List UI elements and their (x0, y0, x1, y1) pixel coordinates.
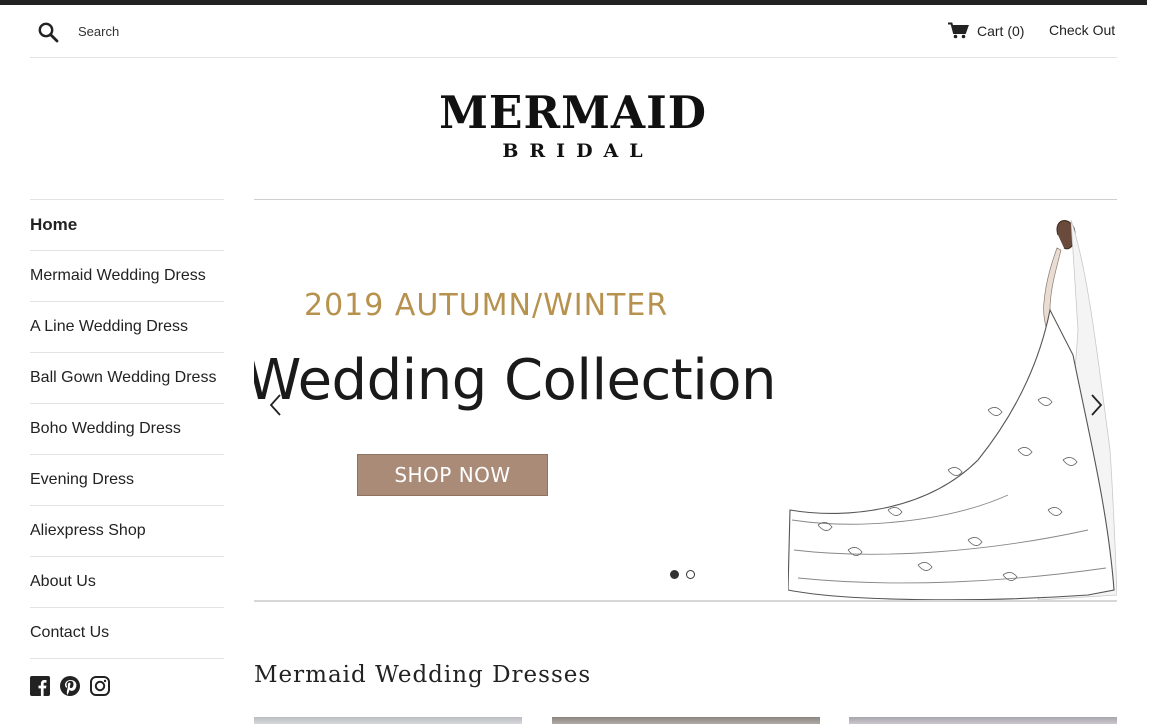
header-divider (30, 57, 1117, 58)
facebook-icon[interactable] (30, 676, 50, 696)
slider-bottom-divider (254, 600, 1117, 602)
search-icon[interactable] (37, 21, 61, 45)
top-accent-bar (0, 0, 1147, 5)
slide-headline: Wedding Collection (254, 348, 777, 413)
logo-main-text: MERMAID (439, 86, 707, 139)
pinterest-icon[interactable] (60, 676, 80, 696)
product-card[interactable] (849, 717, 1117, 724)
checkout-link[interactable]: Check Out (1049, 22, 1115, 38)
sidebar-item-about-us[interactable]: About Us (30, 557, 224, 608)
sidebar-item-ball-gown-wedding-dress[interactable]: Ball Gown Wedding Dress (30, 353, 224, 404)
sidebar-item-boho-wedding-dress[interactable]: Boho Wedding Dress (30, 404, 224, 455)
product-card[interactable] (254, 717, 522, 724)
sidebar-item-aliexpress-shop[interactable]: Aliexpress Shop (30, 506, 224, 557)
shop-now-button[interactable]: SHOP NOW (357, 454, 548, 496)
product-card[interactable] (552, 717, 820, 724)
sidebar-item-home[interactable]: Home (30, 200, 224, 251)
bridal-dress-illustration (788, 219, 1117, 600)
sidebar-item-mermaid-wedding-dress[interactable]: Mermaid Wedding Dress (30, 251, 224, 302)
slider-dot-2[interactable] (686, 570, 695, 579)
site-logo[interactable]: MERMAID BRIDAL (400, 84, 746, 162)
social-links (30, 676, 110, 696)
sidebar-item-contact-us[interactable]: Contact Us (30, 608, 224, 659)
slider-dots (670, 570, 695, 579)
slider-prev-arrow[interactable] (266, 392, 286, 418)
search-input[interactable] (72, 20, 384, 42)
hero-slideshow[interactable]: 2019 AUTUMN/WINTER Wedding Collection SH… (254, 200, 1117, 600)
cart-link[interactable]: Cart (0) (948, 22, 1024, 39)
cart-icon (948, 22, 969, 39)
collection-heading: Mermaid Wedding Dresses (254, 662, 592, 688)
slide-season-text: 2019 AUTUMN/WINTER (304, 288, 669, 323)
instagram-icon[interactable] (90, 676, 110, 696)
sidebar-nav: Home Mermaid Wedding Dress A Line Weddin… (30, 199, 224, 659)
slider-next-arrow[interactable] (1086, 392, 1106, 418)
sidebar-item-a-line-wedding-dress[interactable]: A Line Wedding Dress (30, 302, 224, 353)
sidebar-item-evening-dress[interactable]: Evening Dress (30, 455, 224, 506)
slider-dot-1[interactable] (670, 570, 679, 579)
logo-sub-text: BRIDAL (502, 140, 654, 162)
cart-label: Cart (0) (977, 22, 1025, 39)
